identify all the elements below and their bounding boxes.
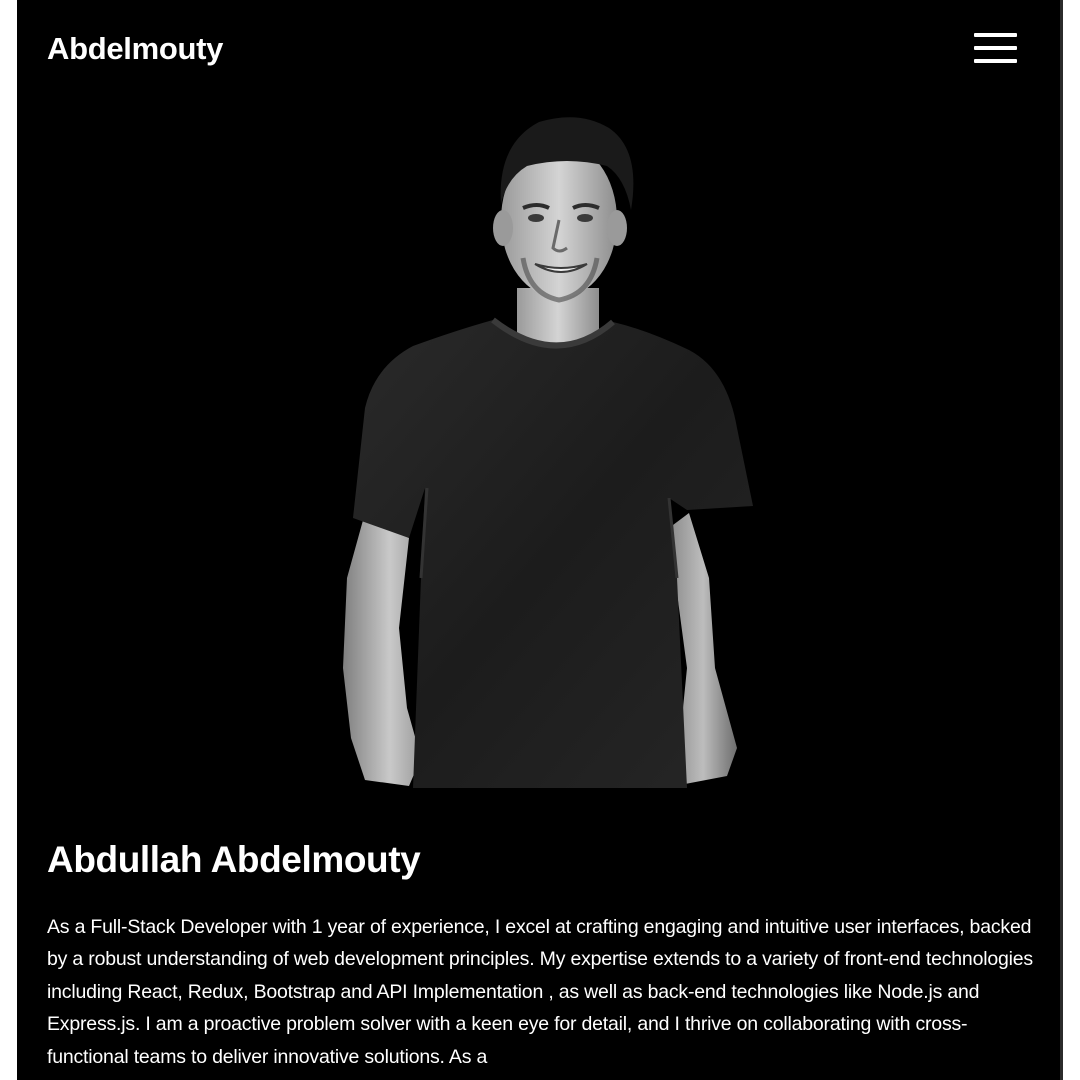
profile-photo bbox=[317, 108, 757, 788]
portrait-illustration bbox=[343, 117, 753, 788]
profile-name-heading: Abdullah Abdelmouty bbox=[47, 839, 421, 880]
profile-bio-paragraph: As a Full-Stack Developer with 1 year of… bbox=[47, 916, 1033, 1068]
menu-bar-line bbox=[974, 59, 1017, 63]
menu-bar-line bbox=[974, 46, 1017, 50]
portfolio-page: Abdelmouty Abdullah Abdelmouty As a Full… bbox=[17, 0, 1060, 1080]
brand-logo-text[interactable]: Abdelmouty bbox=[47, 30, 223, 68]
navbar: Abdelmouty bbox=[17, 0, 1060, 100]
window-edge bbox=[1060, 0, 1063, 1080]
hamburger-menu-icon[interactable] bbox=[972, 30, 1020, 66]
menu-bar-line bbox=[974, 33, 1017, 37]
